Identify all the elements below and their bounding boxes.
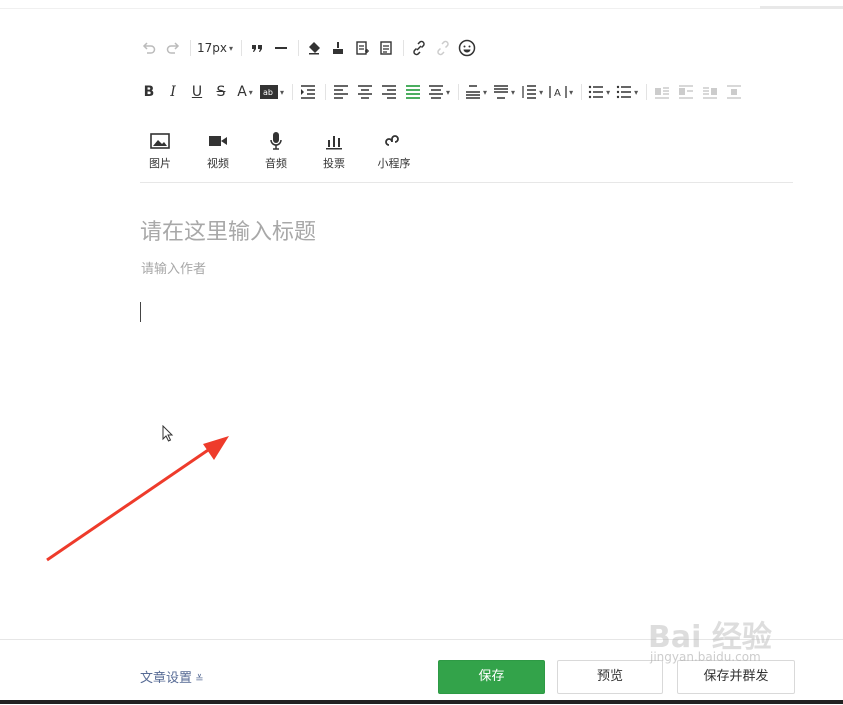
save-button[interactable]: 保存 <box>438 660 545 694</box>
toolbar-separator <box>241 40 243 56</box>
insert-audio-button[interactable]: 音频 <box>256 130 296 171</box>
font-size-dropdown[interactable]: 17px ▾ <box>197 37 233 59</box>
insert-image-label: 图片 <box>149 157 171 170</box>
toolbar-separator <box>325 84 327 100</box>
insert-mini-program-label: 小程序 <box>377 157 411 170</box>
microphone-icon <box>269 130 283 152</box>
float-none-icon[interactable] <box>677 81 695 103</box>
bar-chart-icon <box>325 130 343 152</box>
paragraph-spacing-after-icon[interactable]: ▾ <box>493 81 515 103</box>
svg-text:ab: ab <box>263 88 273 97</box>
toolbar-divider <box>140 182 793 183</box>
ordered-list-icon[interactable]: ▾ <box>588 81 610 103</box>
horizontal-rule-icon[interactable] <box>272 37 290 59</box>
align-right-icon[interactable] <box>380 81 398 103</box>
toolbar-separator <box>190 40 191 56</box>
letter-spacing-icon[interactable]: A ▾ <box>549 81 573 103</box>
author-input[interactable]: 请输入作者 <box>141 258 206 277</box>
insert-video-button[interactable]: 视频 <box>180 130 256 171</box>
video-camera-icon <box>208 130 228 152</box>
top-border-accent <box>760 6 843 9</box>
toolbar-separator <box>458 84 460 100</box>
insert-template-icon[interactable] <box>353 37 371 59</box>
paragraph-spacing-before-icon[interactable]: ▾ <box>465 81 487 103</box>
insert-image-button[interactable]: 图片 <box>140 130 180 171</box>
float-right-icon[interactable] <box>701 81 719 103</box>
toolbar-separator <box>646 84 648 100</box>
insert-mini-program-button[interactable]: 小程序 <box>372 130 416 171</box>
bold-icon[interactable]: B <box>140 81 158 103</box>
line-height-icon[interactable]: ▾ <box>521 81 543 103</box>
top-border <box>0 8 843 9</box>
bottom-edge <box>0 700 843 704</box>
text-caret <box>140 302 141 322</box>
unlink-icon[interactable] <box>434 37 452 59</box>
float-center-icon[interactable] <box>725 81 743 103</box>
article-settings-link[interactable]: 文章设置 ≚ <box>140 667 204 686</box>
toolbar-row-1: 17px ▾ <box>140 35 482 61</box>
preview-button[interactable]: 预览 <box>557 660 663 694</box>
underline-icon[interactable]: U <box>188 81 206 103</box>
insert-audio-label: 音频 <box>265 157 287 170</box>
font-size-value: 17px <box>197 41 227 55</box>
double-chevron-down-icon: ≚ <box>192 674 204 685</box>
article-settings-label: 文章设置 <box>140 671 193 686</box>
toolbar-row-2: B I U S A ▾ ab ▾ ▾ ▾ ▾ ▾ A ▾ ▾ ▾ <box>140 79 749 105</box>
align-center-icon[interactable] <box>356 81 374 103</box>
save-and-publish-button[interactable]: 保存并群发 <box>677 660 795 694</box>
strikethrough-icon[interactable]: S <box>212 81 230 103</box>
baidu-watermark-url: jingyan.baidu.com <box>650 650 761 664</box>
italic-icon[interactable]: I <box>164 81 182 103</box>
font-color-icon[interactable]: A ▾ <box>236 81 254 103</box>
link-icon[interactable] <box>410 37 428 59</box>
document-icon[interactable] <box>377 37 395 59</box>
media-insert-bar: 图片 视频 音频 投票 小程序 <box>140 130 416 171</box>
annotation-arrow <box>46 436 229 562</box>
clear-format-eraser-icon[interactable] <box>305 37 323 59</box>
toolbar-separator <box>292 84 294 100</box>
emoji-icon[interactable] <box>458 37 476 59</box>
toolbar-separator <box>298 40 300 56</box>
redo-icon[interactable] <box>164 37 182 59</box>
align-distributed-icon[interactable]: ▾ <box>428 81 450 103</box>
blockquote-icon[interactable] <box>248 37 266 59</box>
mini-program-icon <box>385 130 403 152</box>
svg-text:A: A <box>554 88 561 99</box>
toolbar-separator <box>581 84 583 100</box>
undo-icon[interactable] <box>140 37 158 59</box>
background-color-icon[interactable]: ab ▾ <box>260 81 284 103</box>
mouse-pointer-icon <box>162 425 174 442</box>
unordered-list-icon[interactable]: ▾ <box>616 81 638 103</box>
chevron-down-icon: ▾ <box>229 43 234 53</box>
float-left-icon[interactable] <box>653 81 671 103</box>
insert-vote-label: 投票 <box>323 157 345 170</box>
align-left-icon[interactable] <box>332 81 350 103</box>
format-painter-icon[interactable] <box>329 37 347 59</box>
insert-video-label: 视频 <box>207 157 229 170</box>
insert-vote-button[interactable]: 投票 <box>296 130 372 171</box>
image-icon <box>150 130 170 152</box>
article-title-input[interactable]: 请在这里输入标题 <box>140 214 316 246</box>
indent-icon[interactable] <box>299 81 317 103</box>
toolbar-separator <box>403 40 405 56</box>
align-justify-icon[interactable] <box>404 81 422 103</box>
